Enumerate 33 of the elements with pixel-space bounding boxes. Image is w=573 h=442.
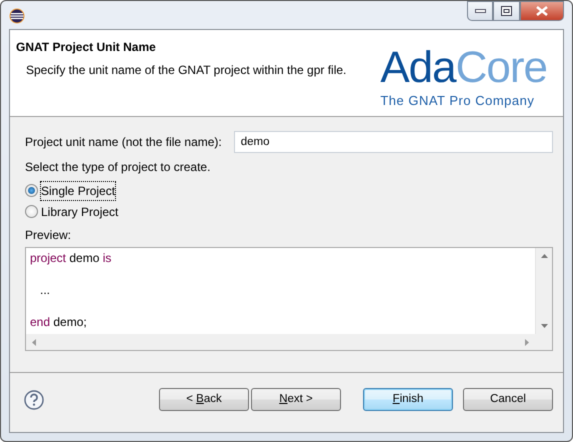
next-button[interactable]: Next > <box>251 388 341 411</box>
maximize-button[interactable] <box>493 1 520 21</box>
horizontal-scrollbar[interactable] <box>26 334 535 350</box>
logo-tagline: The GNAT Pro Company <box>380 92 534 110</box>
radio-button[interactable] <box>25 184 38 197</box>
app-icon <box>9 8 25 24</box>
unit-name-field[interactable]: demo <box>234 131 553 153</box>
back-button[interactable]: < Back <box>159 388 249 411</box>
scroll-up-icon[interactable] <box>540 254 548 258</box>
cancel-button[interactable]: Cancel <box>463 388 553 411</box>
close-icon <box>536 6 548 16</box>
section-label: Preview: <box>25 227 72 244</box>
maximize-icon <box>501 6 512 16</box>
vertical-scrollbar[interactable] <box>535 248 552 334</box>
section-label: Select the type of project to create. <box>25 159 212 176</box>
scroll-left-icon[interactable] <box>32 339 36 346</box>
finish-button[interactable]: Finish <box>363 388 453 411</box>
page-description: Specify the unit name of the GNAT project within the gpr file. <box>26 62 346 79</box>
logo-wordmark: AdaCore <box>380 46 547 90</box>
radio-label[interactable]: Single Project <box>41 182 116 200</box>
help-icon[interactable] <box>24 390 44 410</box>
scroll-right-icon[interactable] <box>525 339 529 346</box>
page-title: GNAT Project Unit Name <box>16 39 157 56</box>
radio-label[interactable]: Library Project <box>41 202 118 220</box>
code-line: end demo; <box>30 314 87 330</box>
field-label: Project unit name (not the file name): <box>25 134 222 151</box>
code-line: project demo is <box>30 250 112 266</box>
radio-button[interactable] <box>25 205 38 218</box>
minimize-icon <box>474 9 486 13</box>
code-line: ... <box>39 282 50 298</box>
scroll-down-icon[interactable] <box>540 324 548 328</box>
close-button[interactable] <box>520 1 564 21</box>
minimize-button[interactable] <box>467 1 493 21</box>
